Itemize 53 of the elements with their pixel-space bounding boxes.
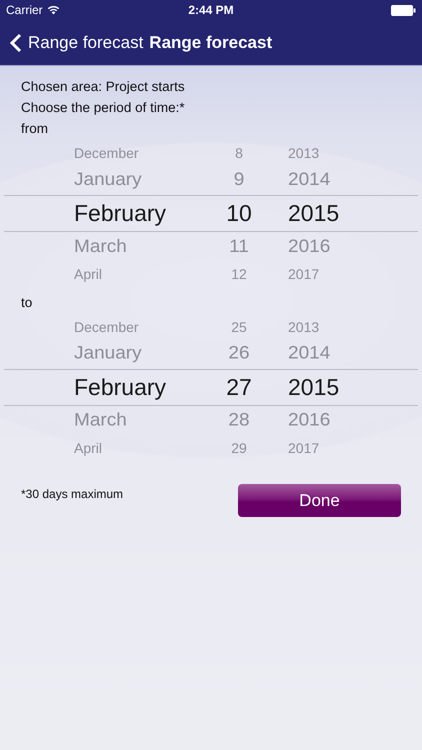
day-text: 26 <box>227 344 251 364</box>
picker-row[interactable]: April 12 2017 <box>4 262 418 286</box>
picker-row[interactable]: February 10 2015 <box>4 195 418 232</box>
day-text: 12 <box>230 266 248 282</box>
year-text: 2017 <box>287 440 320 456</box>
battery-icon <box>391 4 416 16</box>
day-text: 28 <box>227 410 251 432</box>
day-text: 9 <box>232 170 246 190</box>
status-time: 2:44 PM <box>188 3 234 17</box>
wifi-icon <box>46 5 60 15</box>
month-text: February <box>74 200 168 227</box>
month-text: April <box>74 440 104 456</box>
picker-row[interactable]: March 28 2016 <box>4 406 418 436</box>
year-text: 2017 <box>287 266 320 282</box>
year-text: 2016 <box>287 410 332 432</box>
instruction-text: Choose the period of time:* <box>20 99 186 117</box>
picker-row[interactable]: March 11 2016 <box>4 232 418 262</box>
month-text: December <box>74 145 140 161</box>
month-text: March <box>74 410 128 432</box>
year-text: 2016 <box>287 236 332 258</box>
day-text: 27 <box>225 374 253 401</box>
picker-row[interactable]: April 29 2017 <box>4 436 418 460</box>
month-text: February <box>74 374 168 401</box>
day-text: 10 <box>225 200 253 227</box>
picker-row[interactable]: January 9 2014 <box>4 165 418 195</box>
picker-label: to <box>20 294 34 312</box>
footnote-text: *30 days maximum <box>21 487 124 501</box>
day-text: 25 <box>230 319 248 335</box>
picker-label: from <box>20 120 49 138</box>
picker-row[interactable]: December 25 2013 <box>4 315 418 339</box>
picker-row[interactable]: January 26 2014 <box>4 339 418 369</box>
month-text: January <box>74 344 143 364</box>
day-text: 11 <box>228 236 250 258</box>
month-text: April <box>74 266 104 282</box>
done-button[interactable]: Done <box>238 484 401 517</box>
picker-row[interactable]: February 27 2015 <box>4 369 418 406</box>
year-text: 2014 <box>287 170 332 190</box>
year-text: 2015 <box>287 374 340 401</box>
year-text: 2013 <box>287 319 320 335</box>
back-chevron-icon <box>10 32 22 52</box>
month-text: January <box>74 170 143 190</box>
instruction-text: Chosen area: Project starts <box>20 78 186 96</box>
month-text: March <box>74 236 128 258</box>
month-text: December <box>74 319 140 335</box>
picker-row[interactable]: December 8 2013 <box>4 141 418 165</box>
screen-title: Range forecast <box>149 32 272 52</box>
year-text: 2015 <box>287 200 340 227</box>
carrier-label: Carrier <box>6 3 43 17</box>
back-button[interactable]: Range forecast <box>10 32 144 52</box>
year-text: 2014 <box>287 344 332 364</box>
year-text: 2013 <box>287 145 320 161</box>
day-text: 29 <box>230 440 248 456</box>
day-text: 8 <box>234 145 244 161</box>
